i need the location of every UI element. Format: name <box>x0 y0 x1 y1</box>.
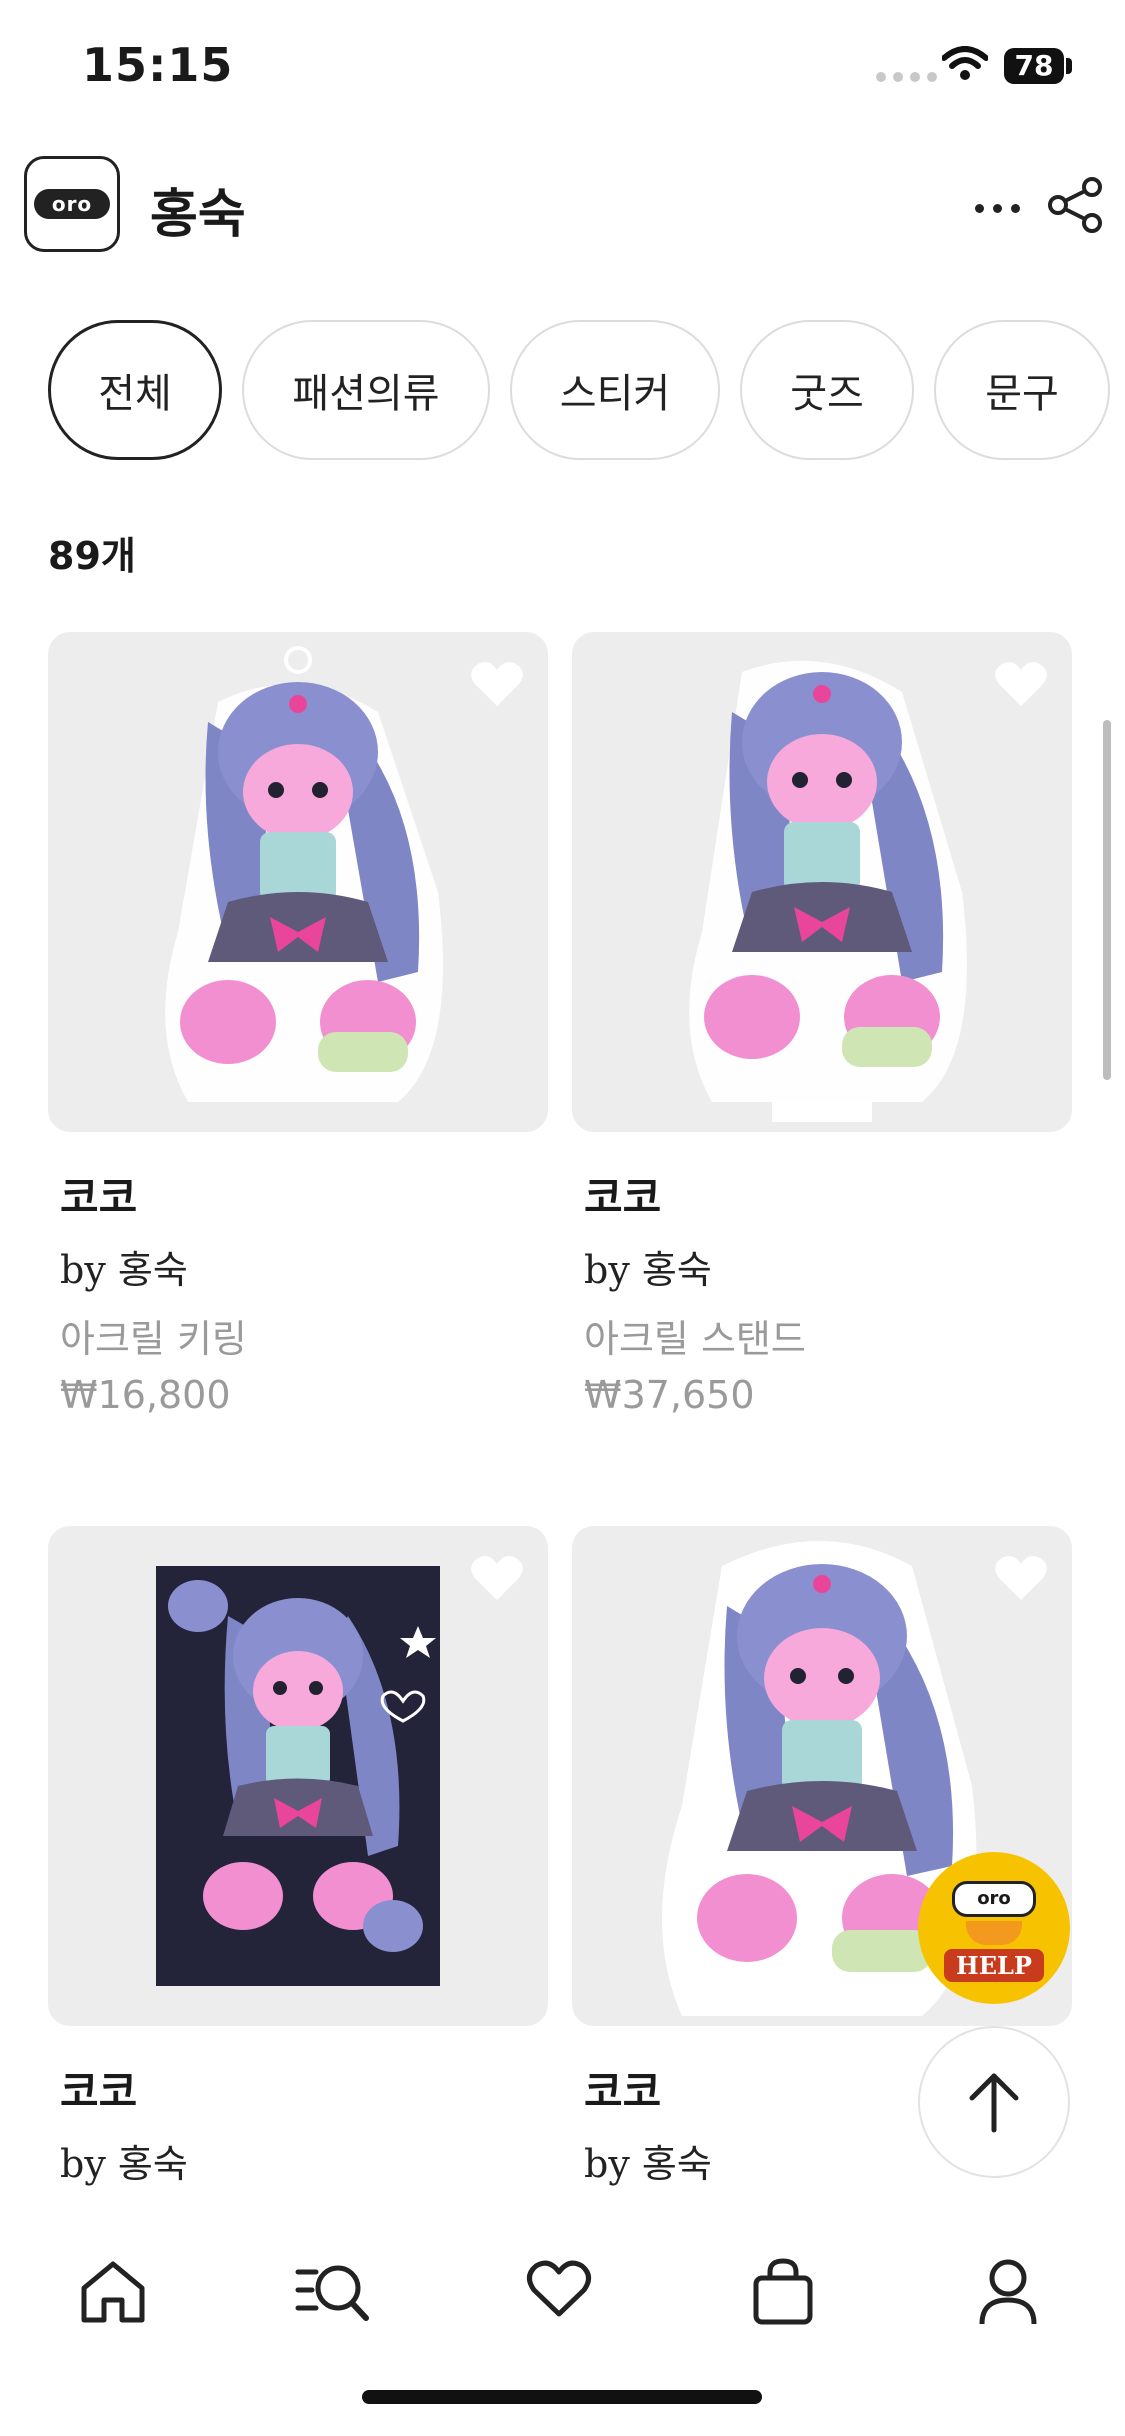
product-type: 아크릴 키링 <box>60 1317 247 1361</box>
shop-logo[interactable]: oro <box>24 156 120 252</box>
product-artist: by 홍숙 <box>60 2142 188 2186</box>
more-options-icon[interactable] <box>975 204 1020 213</box>
status-time: 15:15 <box>82 38 234 92</box>
profile-icon[interactable] <box>978 2258 1038 2326</box>
product-image[interactable] <box>48 1526 548 2026</box>
search-list-icon[interactable] <box>294 2258 372 2324</box>
help-label: HELP <box>944 1948 1044 1982</box>
heart-icon[interactable] <box>526 2258 592 2318</box>
product-card[interactable]: 코코 by 홍숙 엽서 <box>48 1526 548 2257</box>
logo-text: oro <box>34 189 110 219</box>
product-type: 아크릴 스탠드 <box>584 1317 806 1361</box>
product-name: 코코 <box>60 2067 138 2116</box>
product-name: 코코 <box>584 1173 662 1222</box>
product-card[interactable]: 코코 by 홍숙 아크릴 키링 ₩16,800 <box>48 632 548 1417</box>
product-artist: by 홍숙 <box>60 1248 188 1292</box>
help-logo-text: oro <box>952 1880 1036 1917</box>
product-price: ₩16,800 <box>60 1373 231 1417</box>
scrollbar[interactable] <box>1103 720 1111 1080</box>
chip-sticker[interactable]: 스티커 <box>510 320 720 460</box>
home-indicator <box>362 2390 762 2404</box>
chip-all[interactable]: 전체 <box>48 320 222 460</box>
product-price: ₩37,650 <box>584 1373 755 1417</box>
shop-title: 홍숙 <box>150 185 246 245</box>
share-icon[interactable] <box>1046 175 1106 235</box>
product-artist: by 홍숙 <box>584 1248 712 1292</box>
product-image[interactable] <box>572 632 1072 1132</box>
favorite-heart-icon[interactable] <box>470 1554 524 1602</box>
favorite-heart-icon[interactable] <box>994 660 1048 708</box>
arrow-up-icon <box>969 2073 1019 2133</box>
product-name: 코코 <box>60 1173 138 1222</box>
chip-goods[interactable]: 굿즈 <box>740 320 914 460</box>
help-button[interactable]: oro HELP <box>918 1852 1070 2004</box>
favorite-heart-icon[interactable] <box>994 1554 1048 1602</box>
favorite-heart-icon[interactable] <box>470 660 524 708</box>
product-card[interactable]: 코코 by 홍숙 아크릴 스탠드 ₩37,650 <box>572 632 1072 1417</box>
scroll-top-button[interactable] <box>918 2026 1070 2178</box>
category-chips: 전체 패션의류 스티커 굿즈 문구 <box>48 320 1110 460</box>
chip-stationery[interactable]: 문구 <box>934 320 1110 460</box>
product-count: 89개 <box>48 534 136 578</box>
duck-beak-icon <box>966 1920 1022 1945</box>
home-icon[interactable] <box>78 2258 148 2324</box>
chip-fashion[interactable]: 패션의류 <box>242 320 490 460</box>
product-image[interactable] <box>48 632 548 1132</box>
battery-indicator: 78 <box>1004 48 1064 84</box>
cellular-signal-icon <box>876 72 937 82</box>
wifi-icon <box>942 46 988 80</box>
battery-tip <box>1066 58 1072 74</box>
bag-icon[interactable] <box>752 2258 814 2326</box>
